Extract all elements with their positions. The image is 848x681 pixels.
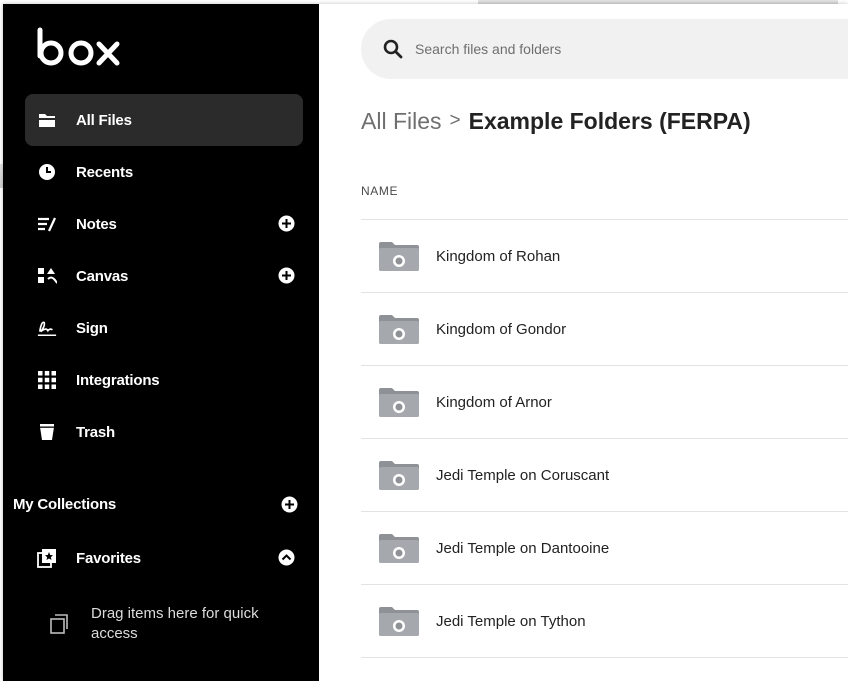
grid-icon xyxy=(37,370,57,390)
main-content: All Files > Example Folders (FERPA) NAME… xyxy=(319,4,848,681)
shared-folder-icon xyxy=(379,315,419,344)
shared-folder-icon xyxy=(379,388,419,417)
sidebar-item-notes[interactable]: Notes xyxy=(25,198,303,250)
my-collections-header[interactable]: My Collections xyxy=(13,482,303,526)
shared-folder-icon xyxy=(379,534,419,563)
box-logo[interactable]: box xyxy=(37,26,127,68)
my-collections-label: My Collections xyxy=(13,495,117,513)
sidebar-item-recents[interactable]: Recents xyxy=(25,146,303,198)
table-row[interactable]: Jedi Temple on Coruscant xyxy=(361,438,848,511)
sidebar-item-label: Canvas xyxy=(76,267,129,285)
breadcrumb-separator: > xyxy=(449,110,461,131)
shared-folder-icon xyxy=(379,461,419,490)
folder-name: Kingdom of Gondor xyxy=(436,320,567,338)
sidebar-item-integrations[interactable]: Integrations xyxy=(25,354,303,406)
sidebar-item-all-files[interactable]: All Files xyxy=(25,94,303,146)
shared-folder-icon xyxy=(379,607,419,636)
search-bar[interactable] xyxy=(361,19,848,79)
breadcrumb: All Files > Example Folders (FERPA) xyxy=(361,104,751,138)
sidebar-item-label: Favorites xyxy=(76,549,141,567)
folder-name: Kingdom of Arnor xyxy=(436,393,552,411)
table-row[interactable]: Jedi Temple on Tython xyxy=(361,584,848,658)
favorites-icon xyxy=(37,548,57,568)
page-title: Example Folders (FERPA) xyxy=(468,107,751,134)
sidebar-item-favorites[interactable]: Favorites xyxy=(25,532,303,584)
table-row[interactable]: Kingdom of Arnor xyxy=(361,365,848,438)
folder-name: Kingdom of Rohan xyxy=(436,247,561,265)
add-note-icon[interactable] xyxy=(278,215,295,232)
table-row[interactable]: Kingdom of Gondor xyxy=(361,292,848,365)
table-row[interactable]: Kingdom of Rohan xyxy=(361,219,848,292)
notes-icon xyxy=(37,214,57,234)
clock-icon xyxy=(37,162,57,182)
column-header-name[interactable]: NAME xyxy=(361,184,398,198)
sidebar-item-label: Recents xyxy=(76,163,133,181)
trash-icon xyxy=(37,422,57,442)
sidebar-item-trash[interactable]: Trash xyxy=(25,406,303,458)
sidebar: box All Files Recents Notes xyxy=(3,4,319,681)
sidebar-item-sign[interactable]: Sign xyxy=(25,302,303,354)
add-collection-icon[interactable] xyxy=(281,496,298,513)
folder-icon xyxy=(37,110,57,130)
folder-name: Jedi Temple on Coruscant xyxy=(436,466,610,484)
sidebar-item-canvas[interactable]: Canvas xyxy=(25,250,303,302)
search-icon xyxy=(383,39,403,59)
shared-folder-icon xyxy=(379,242,419,271)
file-list: Kingdom of Rohan Kingdom of Gondor Kingd… xyxy=(361,219,848,658)
folder-name: Jedi Temple on Tython xyxy=(436,612,586,630)
breadcrumb-root-link[interactable]: All Files xyxy=(361,108,442,135)
drag-hint-text: Drag items here for quick access xyxy=(91,605,259,642)
signature-icon xyxy=(37,318,57,338)
sidebar-item-label: Sign xyxy=(76,319,108,337)
canvas-icon xyxy=(37,266,57,286)
sidebar-item-label: Integrations xyxy=(76,371,160,389)
sidebar-item-label: Notes xyxy=(76,215,117,233)
sidebar-item-label: Trash xyxy=(76,423,116,441)
folder-name: Jedi Temple on Dantooine xyxy=(436,539,610,557)
drag-drop-area[interactable]: Drag items here for quick access xyxy=(49,594,319,654)
app-window: box All Files Recents Notes xyxy=(3,4,848,681)
drag-target-icon xyxy=(50,614,68,634)
table-row[interactable]: Jedi Temple on Dantooine xyxy=(361,511,848,584)
add-canvas-icon[interactable] xyxy=(278,267,295,284)
sidebar-item-label: All Files xyxy=(76,111,132,129)
search-input[interactable] xyxy=(413,40,817,58)
chevron-up-icon[interactable] xyxy=(278,549,295,566)
